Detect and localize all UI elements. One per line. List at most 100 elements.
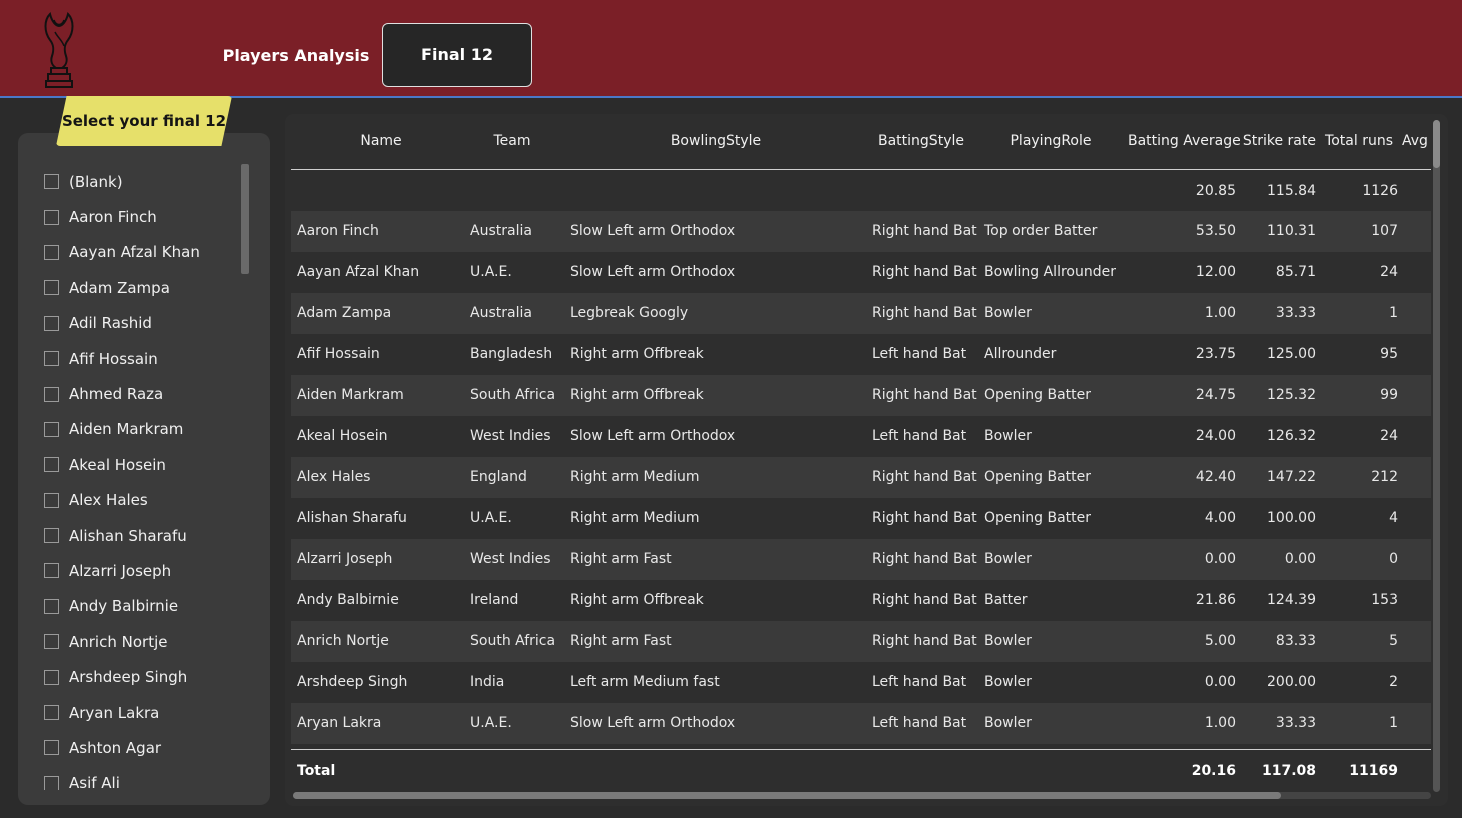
slicer-item[interactable]: Asif Ali [26,766,238,790]
table-row[interactable]: Aiden Markram South Africa Right arm Offbr… [291,375,1431,416]
checkbox[interactable] [44,598,59,614]
table-row[interactable]: Akeal Hosein West Indies Slow Left arm Ort… [291,416,1431,457]
slicer-item[interactable]: Arshdeep Singh [26,659,238,694]
checkbox[interactable] [44,209,59,225]
checkbox[interactable] [44,705,59,721]
checkbox[interactable] [44,244,59,260]
slicer-item[interactable]: Alishan Sharafu [26,518,238,553]
table-row[interactable]: Andy Balbirnie Ireland Right arm Offbreak R… [291,580,1431,621]
cell-bowling-style: Right arm Fast [570,551,672,567]
cell-batting-average: 24.75 [1195,387,1236,403]
checkbox[interactable] [44,563,59,579]
cell-batting-style: Right hand Bat [872,387,977,403]
cell-playing-role: Opening Batter [984,387,1092,403]
cell-total-runs: 107 [1371,223,1398,239]
cell-bowling-style: Right arm Offbreak [570,346,704,362]
cell-name: Aaron Finch [297,223,379,239]
cell-name: Arshdeep Singh [297,674,408,690]
table-row[interactable]: Anrich Nortje South Africa Right arm Fast R… [291,621,1431,662]
cell-batting-average: 42.40 [1195,469,1236,485]
cell-bowling-style: Right arm Offbreak [570,592,704,608]
vertical-scrollbar-thumb[interactable] [1433,120,1440,168]
cell-strike-rate: 147.22 [1267,469,1316,485]
cell-total-runs: 95 [1380,346,1398,362]
checkbox[interactable] [44,457,59,473]
slicer-item[interactable]: Aryan Lakra [26,695,238,730]
checkbox[interactable] [44,421,59,437]
nav-final-12-button[interactable]: Final 12 [382,23,532,87]
slicer-item[interactable]: (Blank) [26,164,238,199]
checkbox[interactable] [44,386,59,402]
slicer-item[interactable]: Andy Balbirnie [26,589,238,624]
column-header-batting-style[interactable]: BattingStyle [861,114,981,170]
checkbox[interactable] [44,315,59,331]
slicer-item[interactable]: Alex Hales [26,483,238,518]
table-row[interactable]: Aayan Afzal Khan U.A.E. Slow Left arm Orth… [291,252,1431,293]
slicer-item[interactable]: Ahmed Raza [26,376,238,411]
checkbox[interactable] [44,351,59,367]
checkbox[interactable] [44,634,59,650]
slicer-item[interactable]: Ashton Agar [26,730,238,765]
column-header-bowling-style[interactable]: BowlingStyle [656,114,776,170]
checkbox[interactable] [44,174,59,190]
player-slicer-list[interactable]: (Blank) Aaron Finch Aayan Afzal Khan Adam Z… [26,164,238,790]
slicer-item[interactable]: Alzarri Joseph [26,553,238,588]
checkbox[interactable] [44,740,59,756]
cell-team: Bangladesh [470,346,553,362]
cell-strike-rate: 124.39 [1267,592,1316,608]
slicer-item-label: (Blank) [69,172,123,191]
slicer-item[interactable]: Akeal Hosein [26,447,238,482]
checkbox[interactable] [44,669,59,685]
table-row[interactable]: Alex Hales England Right arm Medium Right h… [291,457,1431,498]
cell-bowling-style: Right arm Medium [570,469,700,485]
slicer-item[interactable]: Anrich Nortje [26,624,238,659]
table-row[interactable]: Arshdeep Singh India Left arm Medium fast L… [291,662,1431,703]
column-header-batting-average[interactable]: Batting Average [1128,114,1241,170]
column-header-team[interactable]: Team [477,114,547,170]
cell-total-runs: 1 [1389,305,1398,321]
cell-batting-style: Right hand Bat [872,305,977,321]
cell-batting-style: Left hand Bat [872,428,967,444]
summary-total-runs: 1126 [1362,183,1398,199]
checkbox[interactable] [44,492,59,508]
slicer-scrollbar[interactable] [241,164,249,274]
cell-name: Afif Hossain [297,346,380,362]
slicer-item[interactable]: Aaron Finch [26,199,238,234]
cell-batting-average: 5.00 [1204,633,1236,649]
nav-players-analysis-button[interactable]: Players Analysis [222,38,370,74]
slicer-item[interactable]: Adam Zampa [26,270,238,305]
slicer-item[interactable]: Adil Rashid [26,306,238,341]
slicer-item-label: Afif Hossain [69,349,158,368]
table-row[interactable]: Adam Zampa Australia Legbreak Googly Right … [291,293,1431,334]
table-row[interactable]: Afif Hossain Bangladesh Right arm Offbreak… [291,334,1431,375]
cell-total-runs: 212 [1371,469,1398,485]
vertical-scrollbar-track[interactable] [1433,120,1440,792]
cell-name: Anrich Nortje [297,633,389,649]
slicer-item[interactable]: Afif Hossain [26,341,238,376]
cell-batting-average: 24.00 [1195,428,1236,444]
checkbox[interactable] [44,280,59,296]
cell-total-runs: 24 [1380,428,1398,444]
table-row[interactable]: Alzarri Joseph West Indies Right arm Fast R… [291,539,1431,580]
table-row[interactable]: Aryan Lakra U.A.E. Slow Left arm Orthodox L… [291,703,1431,744]
slicer-item[interactable]: Aiden Markram [26,412,238,447]
cell-name: Aiden Markram [297,387,404,403]
cell-strike-rate: 126.32 [1267,428,1316,444]
slicer-item[interactable]: Aayan Afzal Khan [26,235,238,270]
column-header-name[interactable]: Name [341,114,421,170]
checkbox[interactable] [44,528,59,544]
table-total-row: Total 20.16 117.08 11169 [291,749,1431,791]
table-header: Name Team BowlingStyle BattingStyle Play… [291,114,1431,170]
column-header-total-runs[interactable]: Total runs [1321,114,1393,170]
cell-name: Alex Hales [297,469,371,485]
summary-batting-average: 20.85 [1195,183,1236,199]
table-row[interactable]: Aaron Finch Australia Slow Left arm Orthod… [291,211,1431,252]
total-label: Total [297,763,336,779]
column-header-playing-role[interactable]: PlayingRole [991,114,1111,170]
checkbox[interactable] [44,775,59,790]
horizontal-scrollbar-thumb[interactable] [293,792,1281,799]
column-header-strike-rate[interactable]: Strike rate [1241,114,1316,170]
cell-name: Aayan Afzal Khan [297,264,420,280]
cell-playing-role: Opening Batter [984,469,1092,485]
table-row[interactable]: Alishan Sharafu U.A.E. Right arm Medium Rig… [291,498,1431,539]
